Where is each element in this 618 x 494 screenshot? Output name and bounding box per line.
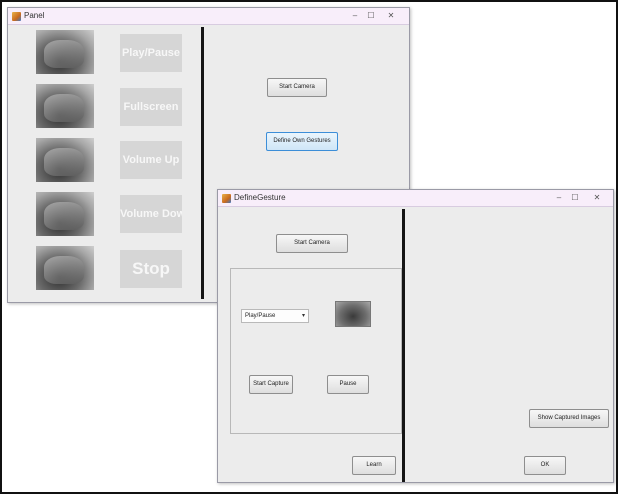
define-gesture-window-title: DefineGesture (234, 193, 286, 202)
maximize-icon[interactable]: ☐ (365, 11, 377, 21)
panel-divider (201, 27, 204, 299)
gesture-select[interactable]: Play/Pause ▾ (241, 309, 309, 323)
gesture-image-stop (36, 246, 94, 290)
gesture-image-volume-up (36, 138, 94, 182)
ok-button[interactable]: OK (524, 456, 566, 475)
capture-group-box: Play/Pause ▾ Start Capture Pause (230, 268, 402, 434)
gesture-label-fullscreen: Fullscreen (120, 88, 182, 126)
start-camera-button[interactable]: Start Camera (267, 78, 327, 97)
gesture-label-volume-down: Volume Down (120, 195, 182, 233)
gesture-select-value: Play/Pause (245, 313, 276, 319)
minimize-icon[interactable]: – (553, 193, 565, 203)
close-icon[interactable]: ✕ (591, 193, 603, 203)
gesture-label-play-pause: Play/Pause (120, 34, 182, 72)
define-start-camera-button[interactable]: Start Camera (276, 234, 348, 253)
pause-button[interactable]: Pause (327, 375, 369, 394)
learn-button[interactable]: Learn (352, 456, 396, 475)
start-capture-button[interactable]: Start Capture (249, 375, 293, 394)
captured-preview-image (335, 301, 371, 327)
show-captured-images-button[interactable]: Show Captured Images (529, 409, 609, 428)
app-icon (12, 12, 21, 21)
define-gesture-titlebar[interactable]: DefineGesture – ☐ ✕ (218, 190, 613, 207)
define-own-gestures-button[interactable]: Define Own Gestures (266, 132, 338, 151)
app-icon (222, 194, 231, 203)
panel-titlebar[interactable]: Panel – ☐ ✕ (8, 8, 409, 25)
maximize-icon[interactable]: ☐ (569, 193, 581, 203)
gesture-image-volume-down (36, 192, 94, 236)
define-gesture-window: DefineGesture – ☐ ✕ Start Camera Play/Pa… (217, 189, 614, 483)
minimize-icon[interactable]: – (349, 11, 361, 21)
gesture-label-stop: Stop (120, 250, 182, 288)
chevron-down-icon: ▾ (301, 313, 305, 319)
close-icon[interactable]: ✕ (385, 11, 397, 21)
gesture-image-fullscreen (36, 84, 94, 128)
gesture-image-play-pause (36, 30, 94, 74)
panel-window-title: Panel (24, 11, 45, 20)
gesture-label-volume-up: Volume Up (120, 141, 182, 179)
define-divider (402, 209, 405, 482)
